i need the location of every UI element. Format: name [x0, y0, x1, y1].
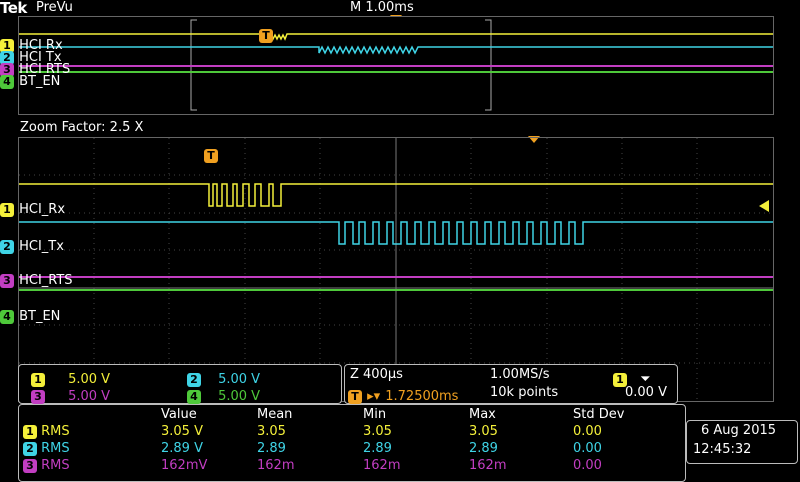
trigger-level-readout: 0.00 V: [625, 385, 667, 400]
zoom-factor-label: Zoom Factor: 2.5 X: [20, 120, 144, 135]
zoom-trigger-marker: T: [204, 144, 218, 163]
acquisition-mode: PreVu: [36, 0, 73, 15]
zoom-label-ch1[interactable]: 1 HCI_Rx: [0, 198, 65, 217]
col-value: Value: [161, 407, 197, 422]
measurement-row[interactable]: 3 RMS 162mV 162m 162m 162m 0.00: [23, 457, 673, 474]
sample-rate-readout: 1.00MS/s: [490, 367, 550, 382]
overview-trace-ch2: [19, 45, 773, 55]
overview-window[interactable]: T: [18, 16, 774, 115]
datetime-panel: 6 Aug 2015 12:45:32: [686, 420, 798, 464]
record-length-readout: 10k points: [490, 385, 559, 400]
trigger-level-arrow-icon: [759, 200, 769, 212]
overview-label-ch4[interactable]: 4 BT_EN: [0, 70, 60, 89]
measurements-table: Value Mean Min Max Std Dev 1 RMS 3.05 V …: [23, 406, 673, 474]
col-min: Min: [363, 407, 387, 422]
measurement-row[interactable]: 1 RMS 3.05 V 3.05 3.05 3.05 0.00: [23, 423, 673, 440]
zoom-graticule: [19, 138, 773, 401]
ch4-scale[interactable]: 4 5.00 V: [187, 385, 260, 404]
measurement-row[interactable]: 2 RMS 2.89 V 2.89 2.89 2.89 0.00: [23, 440, 673, 457]
zoom-label-ch4[interactable]: 4 BT_EN: [0, 305, 60, 324]
zoom-scale-readout: Z 400µs: [350, 367, 403, 382]
time-readout: 12:45:32: [693, 442, 752, 457]
zoom-label-ch2[interactable]: 2 HCI_Tx: [0, 235, 64, 254]
horizontal-settings-panel[interactable]: Z 400µs 1.00MS/s 1 ⏷ T ▸▾ 1.72500ms 10k …: [344, 364, 678, 404]
col-stddev: Std Dev: [573, 407, 625, 422]
trigger-position[interactable]: T ▸▾ 1.72500ms: [348, 385, 458, 404]
timebase-readout[interactable]: M 1.00ms: [350, 0, 414, 15]
vertical-settings-panel[interactable]: 1 5.00 V 2 5.00 V 3 5.00 V 4 5.00 V: [18, 364, 342, 404]
col-max: Max: [469, 407, 496, 422]
zoom-label-ch3[interactable]: 3 HCI_RTS: [0, 269, 73, 288]
ch3-scale[interactable]: 3 5.00 V: [31, 385, 110, 404]
date-readout: 6 Aug 2015: [701, 423, 777, 438]
overview-trigger-marker: T: [259, 24, 273, 43]
overview-trace-ch1: [19, 33, 773, 41]
col-mean: Mean: [257, 407, 293, 422]
trigger-arrow-icon: ▸▾: [367, 389, 381, 404]
measurements-panel[interactable]: Value Mean Min Max Std Dev 1 RMS 3.05 V …: [18, 404, 686, 482]
brand-logo: Tek: [0, 0, 27, 17]
measurements-header-row: Value Mean Min Max Std Dev: [23, 406, 673, 423]
overview-waveforms: [19, 19, 773, 111]
zoom-waveform-display[interactable]: T: [18, 137, 774, 402]
